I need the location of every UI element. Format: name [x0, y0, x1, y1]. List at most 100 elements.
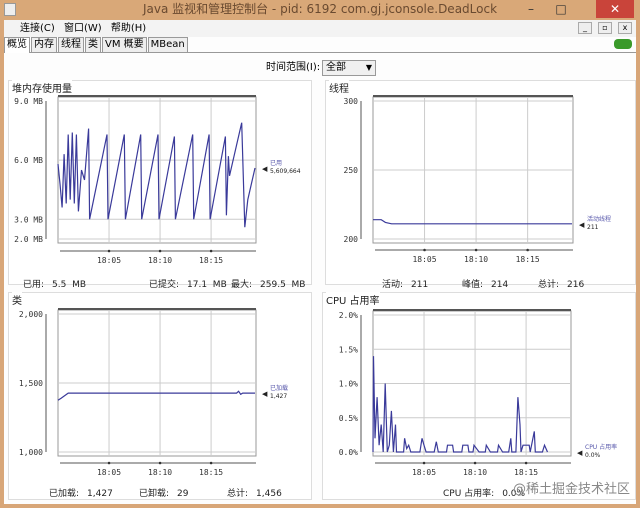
footer-stat: 已提交: 17.1 MB [149, 277, 227, 290]
x-tick-label: 18:10 [463, 468, 487, 477]
x-tick [107, 461, 111, 465]
classes-panel: 类 2,000 1,500 1,000 18:05 18:10 18:15 ◀ 已加载 1,427… [8, 292, 312, 500]
tab-mbean[interactable]: MBean [147, 37, 188, 52]
x-tick [422, 461, 426, 465]
chart: 2.0% 1.5% 1.0% 0.5% 0.0% 18:05 18:10 18:15 ◀CPU … [339, 309, 617, 477]
y-tick-label: 2.0 MB [14, 235, 43, 244]
mdi-minimize-button[interactable]: _ [578, 22, 592, 34]
x-tick [209, 461, 213, 465]
stat-value: 1,427 [87, 489, 113, 499]
legend-name: 已加载 [270, 384, 288, 392]
x-tick-label: 18:05 [97, 468, 121, 477]
connection-status-icon [614, 39, 632, 49]
menu-window[interactable]: 窗口(W) [64, 23, 102, 34]
x-tick [209, 249, 213, 253]
menu-connection[interactable]: 连接(C) [20, 23, 55, 34]
stat-label: 已用: [23, 280, 45, 290]
footer-stat: 已用: 5.5 MB [23, 277, 86, 290]
legend-value: 0.0% [585, 452, 601, 459]
legend-name: CPU 占用率 [585, 443, 617, 451]
footer-stat: 活动: 211 [382, 277, 428, 290]
tab-bar: 概览 内存 线程 类 VM 概要 MBean [4, 37, 636, 53]
chevron-down-icon: ▼ [365, 63, 372, 72]
x-tick [526, 248, 529, 252]
tab-memory[interactable]: 内存 [31, 37, 57, 52]
time-range-value: 全部 [326, 62, 346, 73]
footer-stat: 总计: 216 [538, 277, 584, 290]
chart: 300 250 200 18:05 18:10 18:15 ◀活动线程211 [344, 95, 611, 264]
y-tick-label: 3.0 MB [14, 215, 43, 224]
legend-value: 211 [587, 224, 599, 231]
x-tick-label: 18:10 [148, 468, 172, 477]
y-tick-label: 2,000 [19, 310, 43, 319]
footer-stat: 已卸载: 29 [139, 486, 189, 499]
stat-value: 259.5 MB [260, 280, 306, 290]
heap-memory-panel: 堆内存使用量 9.0 MB 6.0 MB 3.0 MB 2.0 MB 18:05 18:10… [8, 80, 312, 290]
stat-label: 活动: [382, 280, 404, 290]
y-tick-label: 2.0% [339, 311, 358, 320]
tab-classes[interactable]: 类 [85, 37, 101, 52]
menu-bar: 连接(C) 窗口(W) 帮助(H) _ ▫ x [4, 20, 636, 37]
x-tick-label: 18:05 [97, 256, 121, 265]
y-tick-label: 6.0 MB [14, 156, 43, 165]
stat-label: 峰值: [462, 280, 484, 290]
stat-value: 29 [177, 489, 189, 499]
stat-label: 已卸载: [139, 489, 170, 499]
title-bar: Java 监视和管理控制台 - pid: 6192 com.gj.jconsol… [0, 0, 640, 20]
window-title: Java 监视和管理控制台 - pid: 6192 com.gj.jconsol… [142, 2, 498, 16]
stat-label: 总计: [538, 280, 560, 290]
menu-help[interactable]: 帮助(H) [111, 23, 146, 34]
y-tick-label: 200 [344, 235, 359, 244]
y-tick-label: 1,000 [19, 448, 43, 457]
footer-stat: 最大: 259.5 MB [231, 277, 305, 290]
legend-marker: ◀ [577, 449, 583, 457]
y-tick-label: 300 [344, 97, 359, 106]
stat-value: 17.1 MB [187, 280, 227, 290]
x-tick-label: 18:15 [514, 468, 538, 477]
tab-overview[interactable]: 概览 [4, 37, 30, 53]
legend-marker: ◀ [262, 390, 268, 398]
x-tick-label: 18:10 [148, 256, 172, 265]
x-tick [474, 248, 478, 252]
chart: 9.0 MB 6.0 MB 3.0 MB 2.0 MB 18:05 18:10 18:15 ◀… [14, 95, 301, 265]
maximize-button[interactable]: □ [548, 0, 574, 18]
stat-value: 214 [491, 280, 509, 290]
mdi-close-button[interactable]: x [618, 22, 632, 34]
y-tick-label: 0.0% [339, 448, 358, 457]
legend-marker: ◀ [579, 221, 585, 229]
x-tick [158, 249, 162, 253]
tab-threads[interactable]: 线程 [58, 37, 84, 52]
x-tick [158, 461, 162, 465]
close-button[interactable]: ✕ [596, 0, 634, 18]
footer-stat: 峰值: 214 [462, 277, 508, 290]
y-tick-label: 1.0% [339, 380, 358, 389]
minimize-button[interactable]: – [518, 0, 544, 18]
legend-name: 已用 [270, 160, 282, 167]
stat-value: 1,456 [256, 489, 282, 499]
mdi-restore-button[interactable]: ▫ [598, 22, 612, 34]
y-tick-label: 250 [344, 166, 359, 175]
stat-value: 211 [411, 280, 429, 290]
legend-value: 1,427 [270, 393, 287, 400]
time-range-select[interactable]: 全部 ▼ [322, 60, 376, 76]
y-tick-label: 9.0 MB [14, 97, 43, 106]
x-tick-label: 18:05 [412, 255, 436, 264]
footer-stat: 总计: 1,456 [227, 486, 282, 499]
java-icon [4, 3, 16, 16]
tab-vm-summary[interactable]: VM 概要 [102, 37, 147, 52]
x-tick [524, 461, 528, 465]
stat-label: 已加载: [49, 489, 80, 499]
y-tick-label: 1,500 [19, 379, 43, 388]
stat-value: 5.5 MB [52, 280, 87, 290]
stat-label: 最大: [231, 280, 253, 290]
stat-label: 总计: [227, 489, 249, 499]
x-tick-label: 18:15 [516, 255, 540, 264]
legend-value: 5,609,664 [270, 168, 301, 175]
watermark: @稀土掘金技术社区 [512, 482, 630, 497]
x-tick [107, 249, 111, 253]
stat-label: CPU 占用率: [443, 489, 495, 499]
x-tick [423, 248, 426, 252]
cpu-panel: CPU 占用率 2.0% 1.5% 1.0% 0.5% 0.0% 18:05 18:10 18:… [322, 292, 636, 500]
x-tick-label: 18:05 [412, 468, 436, 477]
chart: 2,000 1,500 1,000 18:05 18:10 18:15 ◀已加载1,427 [19, 308, 288, 477]
